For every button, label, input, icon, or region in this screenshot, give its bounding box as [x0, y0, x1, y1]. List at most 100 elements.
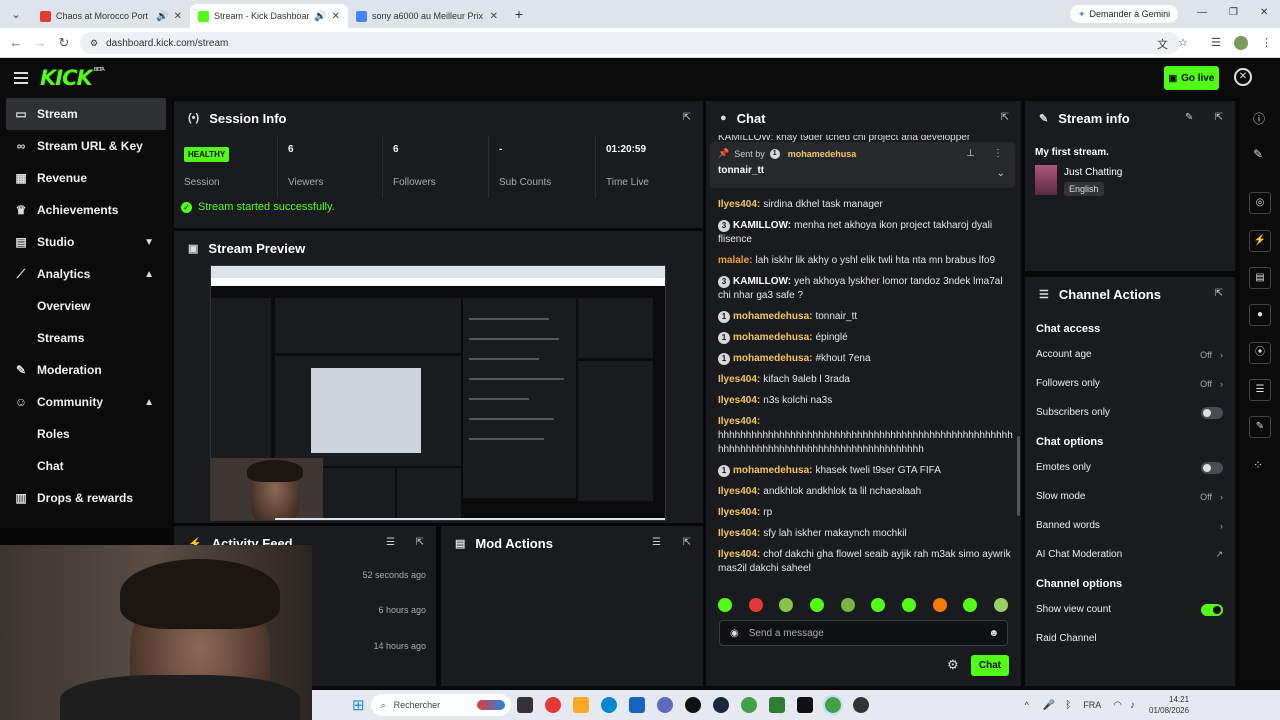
- chat-username[interactable]: malale:: [718, 255, 752, 266]
- sidebar-item-drops-rewards[interactable]: ▥ Drops & rewards: [0, 482, 172, 514]
- chat-username[interactable]: Ilyes404:: [718, 507, 760, 518]
- emote-icon[interactable]: [779, 598, 794, 612]
- send-chat-button[interactable]: Chat: [971, 655, 1009, 676]
- rail-apps-icon[interactable]: ⁘: [1253, 458, 1263, 472]
- rail-list-icon[interactable]: ☰: [1249, 379, 1271, 401]
- language-indicator[interactable]: FRA: [1083, 700, 1101, 710]
- emoji-icon[interactable]: ☻: [988, 628, 999, 639]
- user-avatar[interactable]: ✕: [1234, 68, 1252, 86]
- sidebar-item-revenue[interactable]: ▦ Revenue: [0, 162, 172, 194]
- tray-chevron-icon[interactable]: ^: [1025, 700, 1029, 710]
- sidebar-item-chat[interactable]: Chat: [0, 450, 172, 482]
- close-tab-icon[interactable]: ✕: [490, 11, 498, 22]
- account-age-row[interactable]: Account age Off ›: [1025, 340, 1235, 369]
- chat-username[interactable]: Ilyes404:: [718, 415, 1010, 429]
- new-tab-button[interactable]: +: [506, 6, 532, 22]
- steam-icon[interactable]: [712, 697, 729, 713]
- chat-username[interactable]: Ilyes404:: [718, 395, 760, 406]
- popout-icon[interactable]: ⇱: [683, 537, 691, 548]
- popout-icon[interactable]: ⇱: [1001, 112, 1009, 123]
- rail-broadcast-icon[interactable]: ⦿: [1249, 342, 1271, 364]
- emote-icon[interactable]: [963, 598, 978, 612]
- file-explorer-icon[interactable]: [572, 697, 589, 713]
- wifi-icon[interactable]: ◠: [1113, 700, 1122, 711]
- task-view-icon[interactable]: [516, 697, 533, 713]
- banned-words-row[interactable]: Banned words ›: [1025, 511, 1235, 540]
- pinned-username[interactable]: mohamedehusa: [788, 149, 857, 159]
- forward-icon[interactable]: →: [28, 35, 52, 50]
- windows-start-icon[interactable]: ⊞: [352, 696, 365, 714]
- popout-icon[interactable]: ⇱: [416, 537, 424, 548]
- sidebar-item-stream[interactable]: ▭ Stream: [6, 98, 166, 130]
- restore-icon[interactable]: ❐: [1229, 7, 1238, 18]
- bookmark-star-icon[interactable]: ☆: [1178, 36, 1188, 49]
- discord-icon[interactable]: [656, 697, 673, 713]
- chat-username[interactable]: Ilyes404:: [718, 528, 760, 539]
- browser-tab-2[interactable]: Stream - Kick Dashboard 🔊 ✕: [190, 4, 348, 28]
- sidebar-item-achievements[interactable]: ♛ Achievements: [0, 194, 172, 226]
- emote-icon[interactable]: [748, 598, 763, 612]
- emote-icon[interactable]: [901, 598, 916, 612]
- chat-input[interactable]: ◉ Send a message ☻: [719, 620, 1008, 646]
- emote-icon[interactable]: [871, 598, 886, 612]
- emote-icon[interactable]: [809, 598, 824, 612]
- chat-username[interactable]: mohamedehusa:: [733, 311, 812, 322]
- emote-icon[interactable]: [840, 598, 855, 612]
- chat-username[interactable]: KAMILLOW:: [733, 276, 791, 287]
- chat-mode-icon[interactable]: ◉: [730, 628, 739, 639]
- followers-only-row[interactable]: Followers only Off ›: [1025, 369, 1235, 398]
- popout-icon[interactable]: ⇱: [1215, 288, 1223, 299]
- chrome-icon[interactable]: [740, 697, 757, 713]
- chat-username[interactable]: Ilyes404:: [718, 199, 760, 210]
- taskbar-search[interactable]: ⌕ Rechercher: [370, 694, 511, 716]
- chat-username[interactable]: Ilyes404:: [718, 374, 760, 385]
- site-info-icon[interactable]: ⚙: [90, 38, 98, 49]
- sidebar-item-analytics[interactable]: ⟋ Analytics ▲: [0, 258, 172, 290]
- bluetooth-icon[interactable]: ᛒ: [1065, 700, 1071, 711]
- tiktok-icon[interactable]: [684, 697, 701, 713]
- emotes-only-toggle[interactable]: [1201, 461, 1223, 474]
- browser-tab-3[interactable]: sony a6000 au Meilleur Prix (17 ✕: [348, 4, 506, 28]
- excel-icon[interactable]: [768, 697, 785, 713]
- popout-icon[interactable]: ⇱: [683, 112, 691, 123]
- hamburger-menu-icon[interactable]: [14, 72, 28, 87]
- chat-settings-icon[interactable]: ⚙: [947, 657, 959, 673]
- profile-avatar[interactable]: [1234, 36, 1248, 50]
- pencil-icon[interactable]: ✎: [1253, 147, 1263, 161]
- close-tab-icon[interactable]: ✕: [174, 11, 182, 22]
- filter-icon[interactable]: ☰: [652, 537, 661, 548]
- browser-menu-icon[interactable]: ⋮: [1261, 36, 1272, 49]
- obs-icon[interactable]: [852, 697, 869, 713]
- chat-username[interactable]: KAMILLOW:: [733, 220, 791, 231]
- tab-list-icon[interactable]: ☰: [1211, 36, 1221, 49]
- translate-icon[interactable]: 文: [1157, 36, 1168, 52]
- sidebar-item-roles[interactable]: Roles: [0, 418, 172, 450]
- chat-username[interactable]: Ilyes404:: [718, 549, 760, 560]
- raid-channel-row[interactable]: Raid Channel: [1025, 624, 1235, 653]
- edit-pencil-icon[interactable]: ✎: [1185, 112, 1193, 123]
- gemini-button[interactable]: ✦ Demander à Gemini: [1070, 5, 1179, 23]
- popout-icon[interactable]: ⇱: [1215, 112, 1223, 123]
- chat-username[interactable]: mohamedehusa:: [733, 465, 812, 476]
- go-live-button[interactable]: ▣ Go live: [1164, 66, 1219, 90]
- info-icon[interactable]: ⓘ: [1253, 110, 1265, 127]
- sidebar-item-streams[interactable]: Streams: [0, 322, 172, 354]
- sidebar-item-moderation[interactable]: ✎ Moderation: [0, 354, 172, 386]
- tab-search-icon[interactable]: ⌄: [0, 8, 32, 21]
- rail-focus-icon[interactable]: ◎: [1249, 192, 1271, 214]
- subscribers-only-toggle[interactable]: [1201, 406, 1223, 419]
- chat-username[interactable]: mohamedehusa:: [733, 353, 812, 364]
- chevron-down-icon[interactable]: ⌄: [997, 168, 1005, 179]
- emote-icon[interactable]: [932, 598, 947, 612]
- minimize-icon[interactable]: —: [1197, 7, 1207, 18]
- emote-icon[interactable]: [993, 598, 1008, 612]
- unpin-icon[interactable]: ⊥: [966, 148, 975, 159]
- url-field[interactable]: ⚙ dashboard.kick.com/stream: [80, 32, 1180, 54]
- slow-mode-row[interactable]: Slow mode Off ›: [1025, 482, 1235, 511]
- close-tab-icon[interactable]: ✕: [332, 11, 340, 22]
- chat-scrollbar[interactable]: [1017, 436, 1020, 516]
- rail-lightning-icon[interactable]: ⚡: [1249, 230, 1271, 252]
- reload-icon[interactable]: ↻: [52, 35, 76, 51]
- rail-wrench-icon[interactable]: ✎: [1249, 416, 1271, 438]
- edge-icon[interactable]: [600, 697, 617, 713]
